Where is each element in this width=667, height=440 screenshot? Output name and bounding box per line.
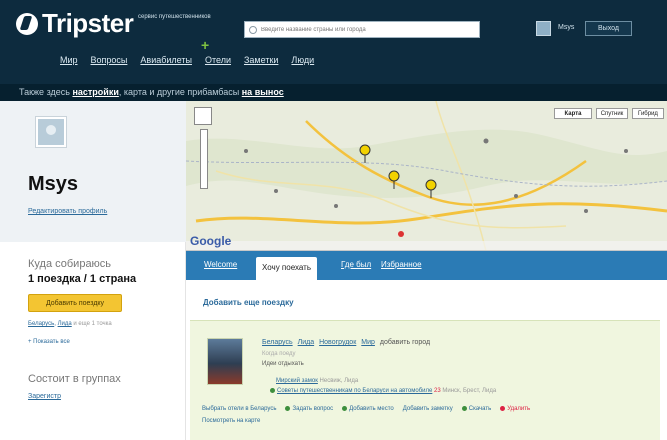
user-avatar[interactable]: [536, 21, 551, 36]
trip-card: Беларусь Лида Новогрудок Мир добавить го…: [190, 320, 660, 440]
search-icon: [249, 25, 257, 34]
tab-bar: Welcome Хочу поехать Где был Избранное: [186, 251, 667, 280]
groups-label: Состоит в группах: [28, 373, 121, 385]
site-header: Tripster сервис путешественников + Msys …: [0, 0, 667, 84]
google-logo: Google: [190, 234, 232, 248]
going-value: 1 поездка / 1 страна: [28, 273, 137, 285]
nav-item-hotels[interactable]: Отели: [205, 55, 231, 65]
question-icon: [285, 406, 291, 411]
trip-places: Беларусь Лида Новогрудок Мир добавить го…: [262, 339, 430, 346]
promo-middle: , карта и другие прибамбасы: [118, 87, 240, 97]
edit-profile-link[interactable]: Редактировать профиль: [28, 208, 107, 215]
promo-prefix: Также здесь: [19, 87, 70, 97]
trip-ideas-label: Идеи отдыхать: [262, 361, 304, 367]
plus-icon: +: [201, 37, 210, 53]
place-icon: [342, 406, 348, 411]
delete-trip-link[interactable]: Удалить: [500, 406, 530, 412]
trip-idea-link[interactable]: Мирский замок: [276, 378, 318, 384]
profile-sidebar: Msys Редактировать профиль Куда собираюс…: [0, 101, 186, 440]
add-city-link[interactable]: добавить город: [380, 339, 430, 346]
trip-place-link[interactable]: Лида: [298, 339, 314, 346]
tab-welcome[interactable]: Welcome: [204, 260, 237, 269]
add-trip-button[interactable]: Добавить поездку: [28, 294, 122, 312]
map-zoom-slider[interactable]: [200, 129, 208, 189]
add-place-link[interactable]: Добавить место: [342, 406, 394, 412]
trip-place-link[interactable]: Беларусь: [262, 339, 293, 346]
trip-tips-link[interactable]: Советы путешественникам по Беларуси на а…: [277, 388, 432, 394]
nav-item-world[interactable]: Мир: [60, 55, 78, 65]
groups-link[interactable]: Зарегистр: [28, 393, 61, 400]
trip-idea-row: Мирский замок Несвиж, Лида: [276, 378, 358, 384]
trip-link-country[interactable]: Беларусь: [28, 321, 54, 327]
trip-link-city[interactable]: Лида: [58, 321, 72, 327]
trip-idea-meta: Несвиж, Лида: [319, 378, 359, 384]
logo[interactable]: Tripster: [16, 8, 134, 39]
download-link[interactable]: Скачать: [461, 406, 491, 412]
trip-place-link[interactable]: Новогрудок: [319, 339, 356, 346]
tagline: сервис путешественников: [138, 14, 211, 20]
promo-settings-link[interactable]: настройки: [72, 87, 118, 97]
show-all-link[interactable]: + Показать все: [28, 339, 70, 345]
going-label: Куда собираюсь: [28, 258, 112, 270]
profile-name: Msys: [28, 173, 79, 195]
main-nav: Мир Вопросы Авиабилеты Отели Заметки Люд…: [60, 55, 314, 65]
promo-bar: Также здесь настройки, карта и другие пр…: [0, 84, 667, 101]
map-type-map-button[interactable]: Карта: [554, 108, 592, 119]
nav-item-notes[interactable]: Заметки: [244, 55, 278, 65]
map-canvas: [186, 101, 667, 250]
delete-icon: [500, 406, 506, 411]
trip-tips-meta: Минск, Брест, Лида: [442, 388, 497, 395]
tips-icon: [270, 388, 275, 393]
map-type-hybrid-button[interactable]: Гибрид: [632, 108, 664, 119]
trip-when: Когда поеду: [262, 351, 296, 357]
trip-place-link[interactable]: Мир: [361, 339, 375, 346]
trip-tips-count: 23: [434, 388, 441, 395]
profile-header: [0, 101, 186, 242]
promo-export-link[interactable]: на вынос: [242, 87, 284, 97]
nav-item-people[interactable]: Люди: [291, 55, 314, 65]
nav-item-flights[interactable]: Авиабилеты: [140, 55, 192, 65]
choose-hotels-link[interactable]: Выбрать отели в Беларусь: [202, 406, 276, 412]
tab-been-there[interactable]: Где был: [341, 260, 371, 269]
trip-actions: Выбрать отели в Беларусь Задать вопрос Д…: [202, 406, 530, 412]
view-on-map-link[interactable]: Посмотреть на карте: [202, 418, 260, 424]
map-pan-control[interactable]: [194, 107, 212, 125]
add-note-link[interactable]: Добавить заметку: [403, 406, 453, 412]
user-name-link[interactable]: Msys: [558, 24, 574, 31]
map-type-satellite-button[interactable]: Спутник: [596, 108, 628, 119]
map-panel[interactable]: Карта Спутник Гибрид Google: [186, 101, 667, 251]
search-box[interactable]: [244, 21, 480, 38]
compass-icon: [16, 12, 38, 35]
add-another-trip-link[interactable]: Добавить еще поездку: [203, 298, 294, 307]
trip-links: Беларусь, Лида и еще 1 точка: [28, 321, 112, 327]
trip-link-more: и еще 1 точка: [73, 321, 112, 327]
logout-button[interactable]: Выход: [585, 21, 632, 36]
trip-photo[interactable]: [207, 338, 243, 385]
nav-item-questions[interactable]: Вопросы: [91, 55, 128, 65]
search-input[interactable]: [261, 26, 471, 33]
trip-tips-row: Советы путешественникам по Беларуси на а…: [270, 388, 496, 394]
tab-favorites[interactable]: Избранное: [381, 260, 422, 269]
profile-avatar[interactable]: [36, 117, 66, 147]
logo-text: Tripster: [42, 8, 134, 38]
tab-want-to-go[interactable]: Хочу поехать: [256, 257, 317, 280]
download-icon: [461, 406, 467, 411]
ask-question-link[interactable]: Задать вопрос: [285, 406, 333, 412]
